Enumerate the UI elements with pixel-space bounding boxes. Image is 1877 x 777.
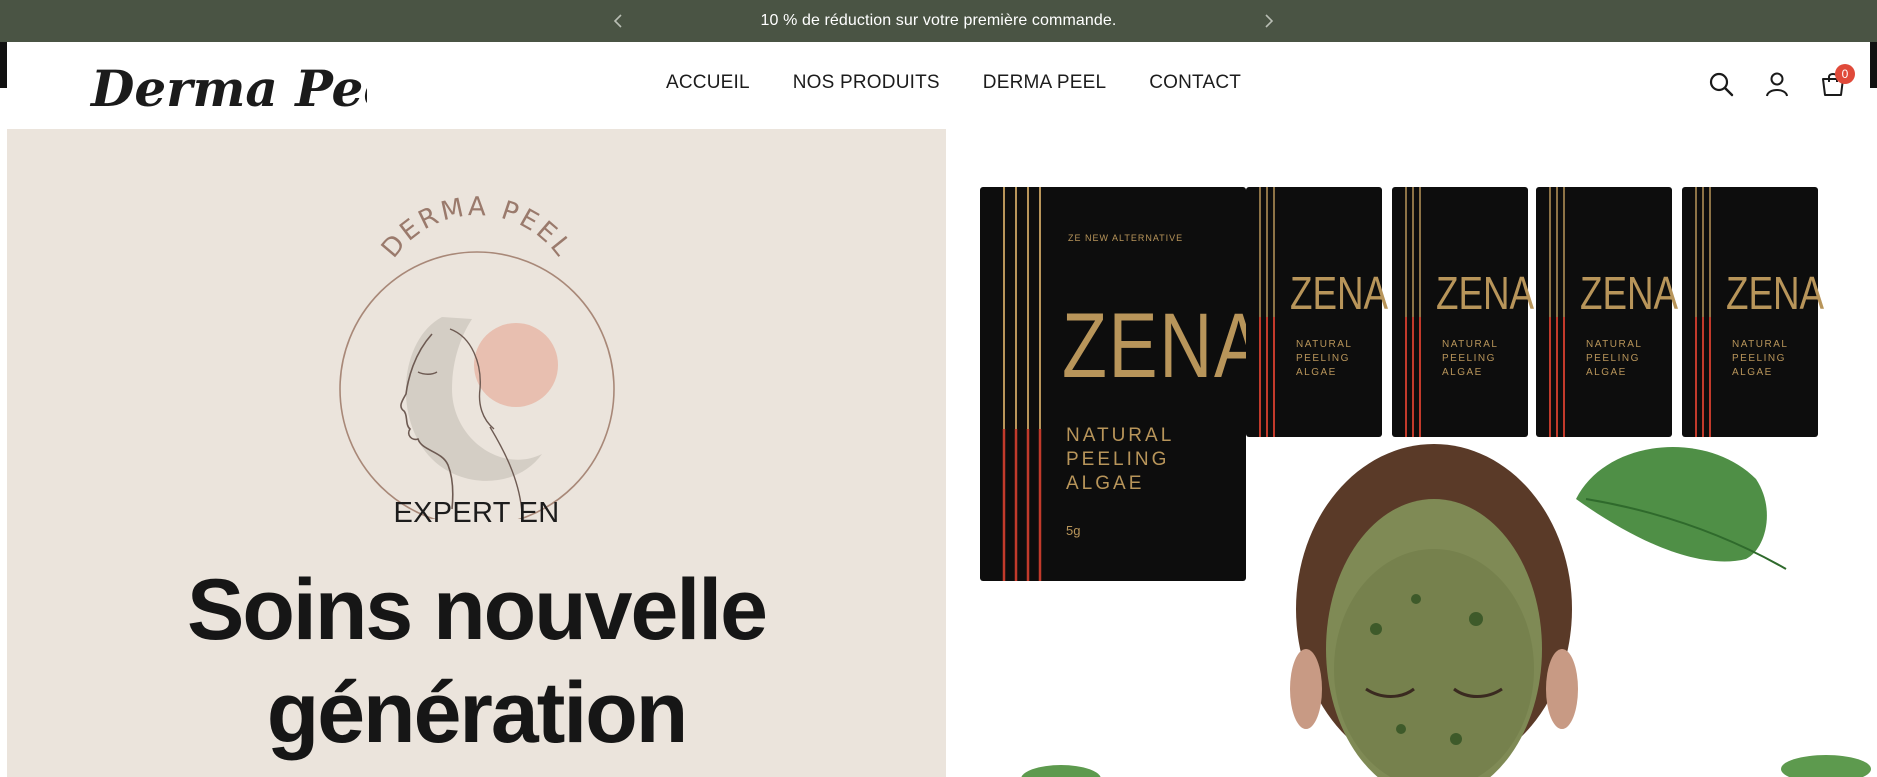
small-packet: ZENA NATURAL PEELING ALGAE <box>1682 187 1824 437</box>
nav-contact[interactable]: CONTACT <box>1149 72 1241 94</box>
svg-text:ZENA: ZENA <box>1062 294 1265 397</box>
green-leaf <box>1781 755 1871 777</box>
svg-text:NATURAL: NATURAL <box>1066 425 1174 446</box>
nav-nos-produits[interactable]: NOS PRODUITS <box>793 72 940 94</box>
large-packet: ZE NEW ALTERNATIVE ZENA NATURAL PEELING … <box>980 187 1265 581</box>
announcement-text: 10 % de réduction sur votre première com… <box>760 12 1117 29</box>
small-packet: ZENA NATURAL PEELING ALGAE <box>1536 187 1678 437</box>
green-leaf <box>1576 446 1787 570</box>
svg-text:PEELING: PEELING <box>1066 449 1169 470</box>
svg-text:NATURAL: NATURAL <box>1442 339 1498 350</box>
chevron-right-icon[interactable] <box>1259 8 1279 34</box>
announcement-bar: 10 % de réduction sur votre première com… <box>0 0 1877 42</box>
svg-text:ALGAE: ALGAE <box>1296 367 1337 378</box>
face-mask-model <box>1290 444 1578 777</box>
svg-text:ALGAE: ALGAE <box>1732 367 1773 378</box>
cart-count-badge: 0 <box>1835 64 1855 84</box>
svg-text:PEELING: PEELING <box>1296 353 1350 364</box>
svg-text:ZENA: ZENA <box>1290 267 1388 319</box>
frame-edge-left <box>0 42 7 88</box>
svg-text:ZENA: ZENA <box>1726 267 1824 319</box>
small-packet: ZENA NATURAL PEELING ALGAE <box>1246 187 1388 437</box>
svg-text:5g: 5g <box>1066 523 1080 538</box>
hero-product-image: ZE NEW ALTERNATIVE ZENA NATURAL PEELING … <box>946 129 1877 777</box>
headline-line-2: génération <box>266 665 689 761</box>
hero-text-panel: DERMA PEEL EXPERT EN Soins nouvelle géné… <box>7 129 946 777</box>
logo[interactable]: Derma Peel <box>87 48 367 126</box>
svg-text:Derma Peel: Derma Peel <box>89 59 367 118</box>
svg-text:ALGAE: ALGAE <box>1066 473 1144 494</box>
frame-edge-right <box>1870 42 1877 88</box>
account-icon[interactable] <box>1763 70 1791 98</box>
nav-derma-peel[interactable]: DERMA PEEL <box>983 72 1106 94</box>
main-nav: ACCUEIL NOS PRODUITS DERMA PEEL CONTACT <box>666 72 1284 94</box>
svg-text:ZENA: ZENA <box>1580 267 1678 319</box>
hero-kicker: EXPERT EN <box>393 497 560 529</box>
hero-headline: Soins nouvelle génération <box>7 559 946 765</box>
svg-text:PEELING: PEELING <box>1586 353 1640 364</box>
product-photo: ZE NEW ALTERNATIVE ZENA NATURAL PEELING … <box>980 187 1871 777</box>
svg-text:ALGAE: ALGAE <box>1442 367 1483 378</box>
svg-text:ZE NEW ALTERNATIVE: ZE NEW ALTERNATIVE <box>1068 233 1183 243</box>
svg-text:DERMA PEEL: DERMA PEEL <box>376 192 579 264</box>
svg-text:ZENA: ZENA <box>1436 267 1534 319</box>
nav-accueil[interactable]: ACCUEIL <box>666 72 750 94</box>
svg-text:PEELING: PEELING <box>1732 353 1786 364</box>
svg-text:NATURAL: NATURAL <box>1732 339 1788 350</box>
svg-text:NATURAL: NATURAL <box>1296 339 1352 350</box>
derma-peel-emblem: DERMA PEEL <box>339 192 615 519</box>
small-packet: ZENA NATURAL PEELING ALGAE <box>1392 187 1534 437</box>
site-header: Derma Peel ACCUEIL NOS PRODUITS DERMA PE… <box>7 42 1870 129</box>
search-icon[interactable] <box>1707 70 1735 98</box>
headline-line-1: Soins nouvelle <box>187 562 768 658</box>
chevron-left-icon[interactable] <box>608 8 628 34</box>
svg-text:PEELING: PEELING <box>1442 353 1496 364</box>
green-leaf <box>1021 765 1101 777</box>
svg-text:ALGAE: ALGAE <box>1586 367 1627 378</box>
svg-text:NATURAL: NATURAL <box>1586 339 1642 350</box>
